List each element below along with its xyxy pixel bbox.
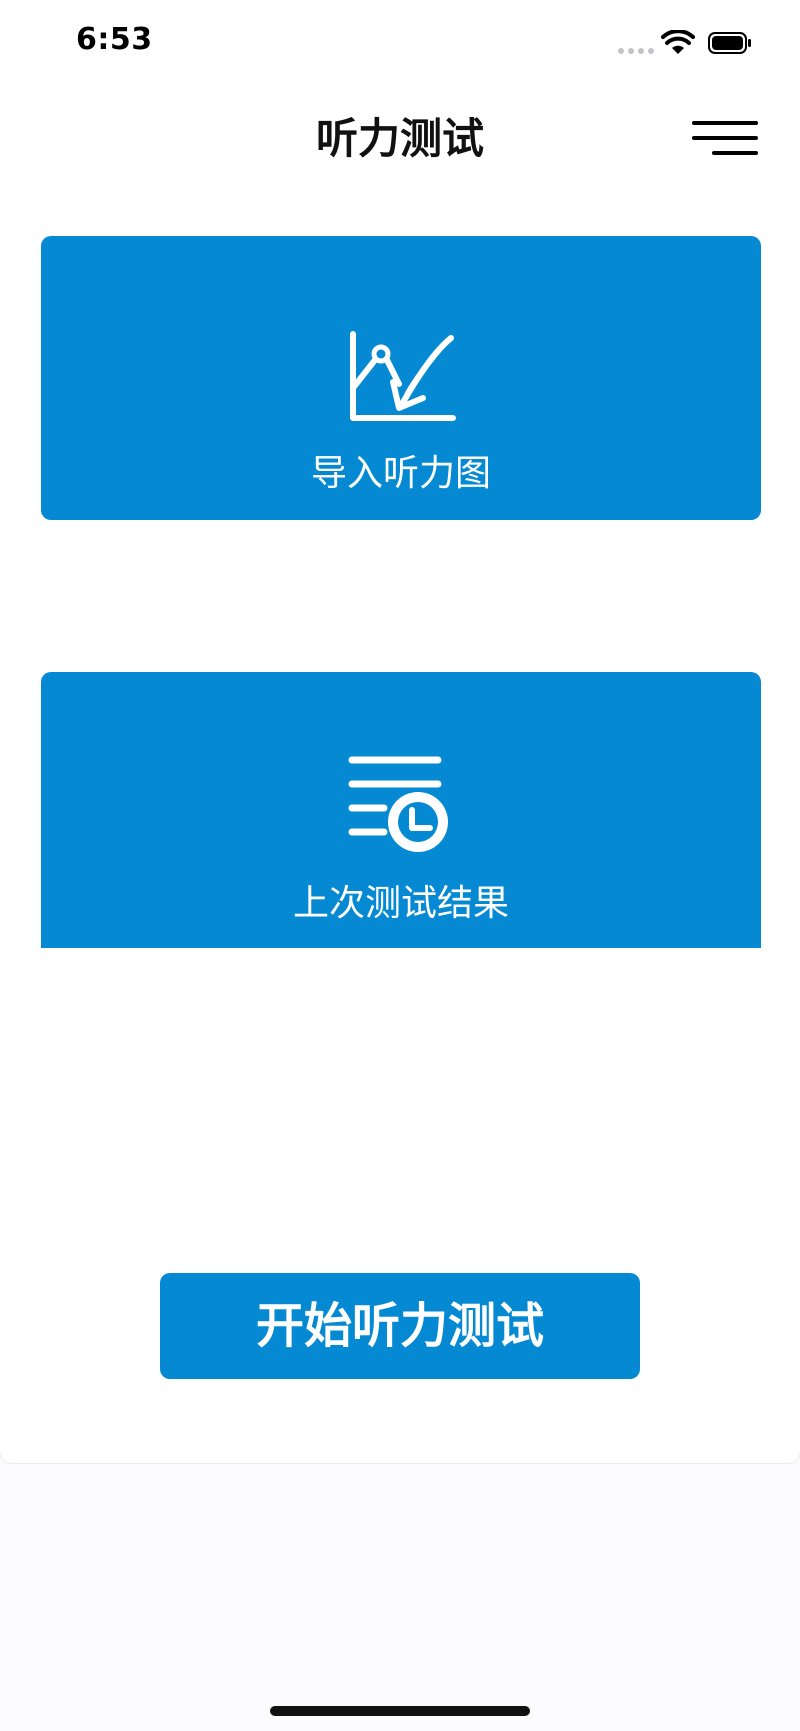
status-time: 6:53	[76, 22, 153, 57]
app-screen: 6:53 听力测试 导入听力图 上次测试结果 开始听力测试	[0, 0, 800, 1463]
last-result-card[interactable]: 上次测试结果	[41, 672, 761, 948]
home-indicator[interactable]	[270, 1706, 530, 1716]
wifi-icon	[661, 30, 695, 54]
import-audiogram-label: 导入听力图	[310, 453, 491, 494]
start-test-button[interactable]: 开始听力测试	[160, 1273, 640, 1379]
cellular-signal-icon	[618, 48, 654, 54]
history-clock-icon	[348, 756, 448, 852]
chart-import-icon	[350, 331, 456, 421]
battery-icon	[708, 32, 751, 54]
page-title: 听力测试	[315, 114, 484, 163]
last-result-label: 上次测试结果	[292, 883, 509, 924]
menu-icon[interactable]	[690, 118, 760, 158]
import-audiogram-card[interactable]: 导入听力图	[41, 236, 761, 520]
